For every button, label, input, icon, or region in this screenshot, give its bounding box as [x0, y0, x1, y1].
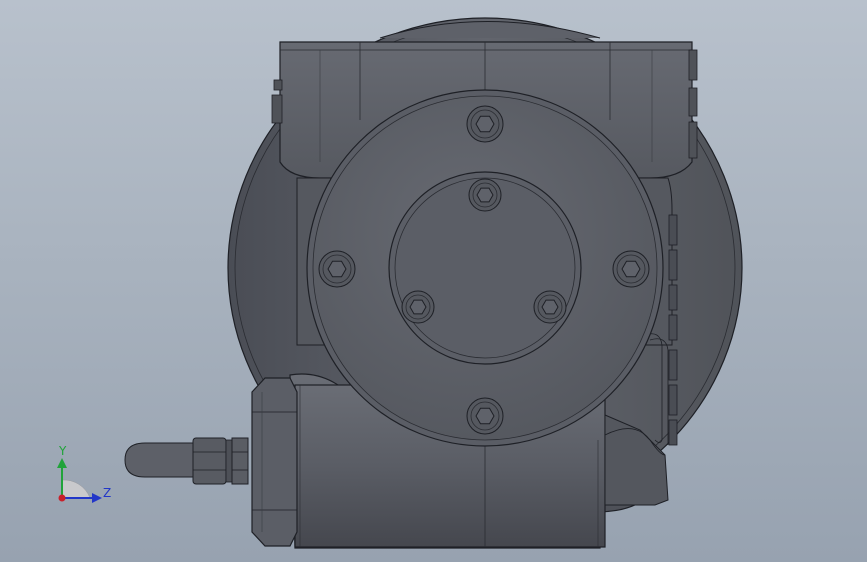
bolt-icon [533, 290, 567, 324]
y-axis-arrow [57, 458, 67, 468]
bolt-icon [466, 397, 504, 435]
y-axis-label: Y [58, 444, 67, 458]
hex-nut [251, 377, 298, 547]
bolt-icon [466, 105, 504, 143]
gearbox-model[interactable]: Y Z [0, 0, 867, 562]
bolt-icon [468, 178, 502, 212]
bolt-icon [401, 290, 435, 324]
bolt-icon [612, 250, 650, 288]
view-triad: Y Z [57, 444, 111, 503]
x-axis-point [58, 494, 66, 502]
output-flange [306, 89, 664, 447]
graphics-viewport[interactable]: Y Z [0, 0, 867, 562]
input-shaft [124, 437, 249, 485]
bolt-icon [318, 250, 356, 288]
z-axis-arrow [92, 493, 102, 503]
triad-plane [61, 479, 91, 499]
z-axis-label: Z [103, 486, 111, 500]
